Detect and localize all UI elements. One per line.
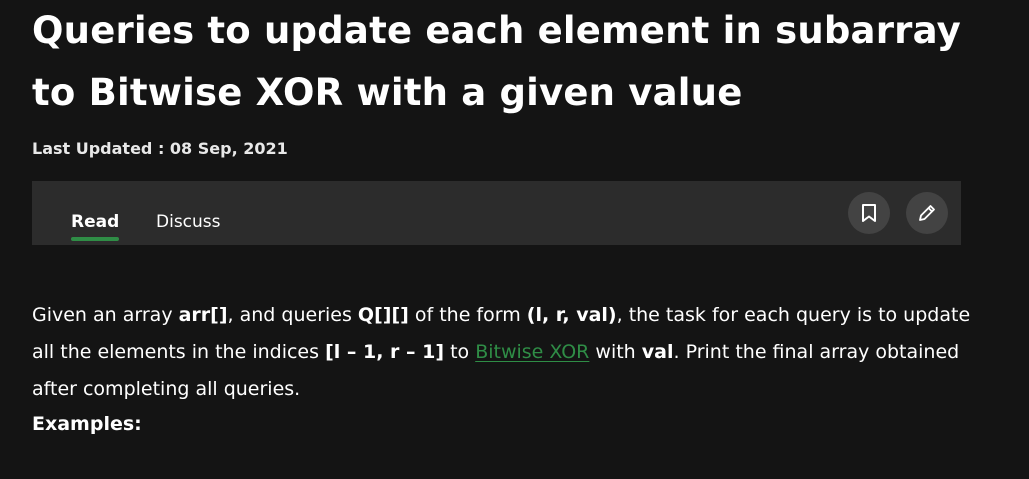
text-span: with xyxy=(589,341,642,363)
code-val: val xyxy=(641,341,674,363)
text-span: Given an array xyxy=(32,304,179,326)
article-title: Queries to update each element in subarr… xyxy=(32,9,961,114)
text-span: of the form xyxy=(408,304,527,326)
article-page: Queries to update each element in subarr… xyxy=(0,0,1029,479)
bookmark-icon xyxy=(861,203,877,223)
article-tab-bar: Read Discuss xyxy=(32,181,961,245)
examples-heading: Examples: xyxy=(32,413,142,435)
pencil-icon xyxy=(917,203,937,223)
last-updated: Last Updated : 08 Sep, 2021 xyxy=(32,139,288,158)
tab-discuss[interactable]: Discuss xyxy=(156,210,221,234)
edit-button[interactable] xyxy=(906,192,948,234)
article-content: Given an array arr[], and queries Q[][] … xyxy=(32,297,992,440)
code-arr: arr[] xyxy=(178,304,228,326)
bookmark-button[interactable] xyxy=(848,192,890,234)
text-span: , and queries xyxy=(227,304,358,326)
code-queries: Q[][] xyxy=(357,304,409,326)
text-span: to xyxy=(444,341,476,363)
bitwise-xor-link[interactable]: Bitwise XOR xyxy=(475,341,589,363)
code-query-form: (l, r, val) xyxy=(526,304,617,326)
tab-read[interactable]: Read xyxy=(71,210,120,241)
problem-statement: Given an array arr[], and queries Q[][] … xyxy=(32,297,992,408)
code-index-range: [l – 1, r – 1] xyxy=(325,341,445,363)
